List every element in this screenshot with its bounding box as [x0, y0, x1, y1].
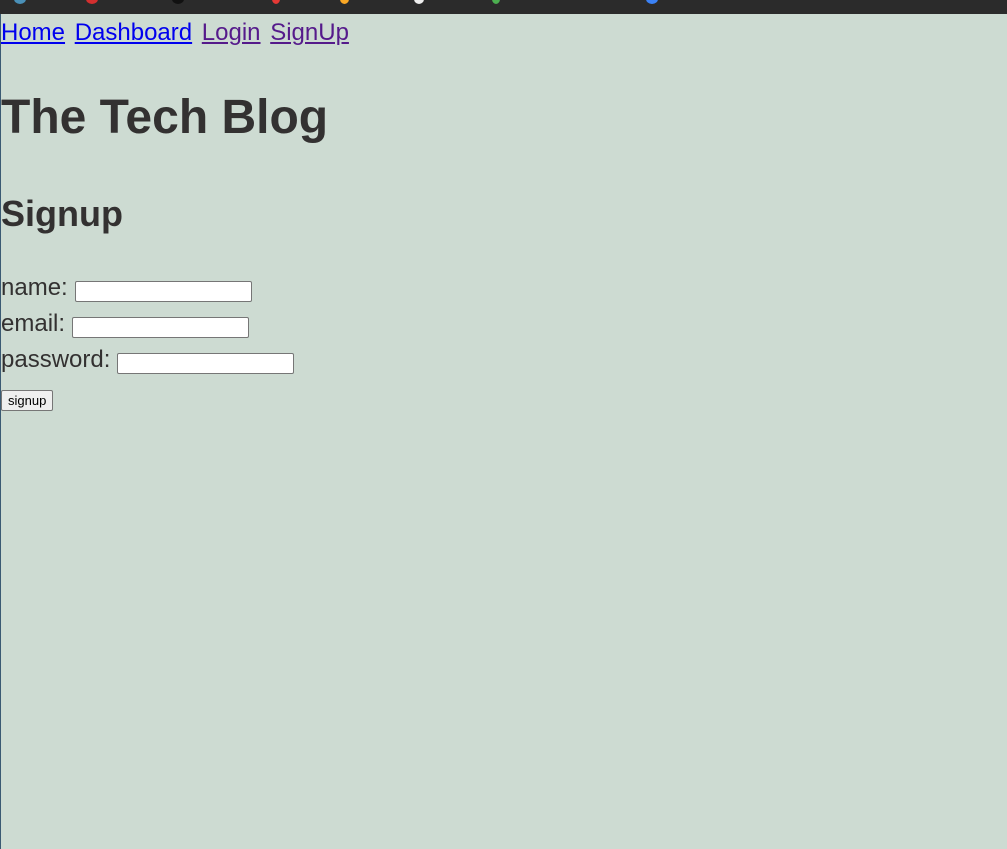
bookmark-icon[interactable]	[492, 0, 500, 4]
bookmark-icon[interactable]	[14, 0, 26, 4]
password-label: password:	[1, 346, 111, 373]
password-row: password:	[1, 346, 295, 374]
section-title: Signup	[1, 193, 123, 234]
nav-link-login[interactable]: Login	[202, 19, 261, 46]
browser-bookmark-bar	[0, 0, 1007, 14]
password-input[interactable]	[117, 353, 295, 374]
bookmark-icon[interactable]	[340, 0, 349, 4]
page-title: The Tech Blog	[1, 91, 329, 144]
bookmark-icon[interactable]	[86, 0, 98, 4]
email-input[interactable]	[72, 317, 250, 338]
nav-link-dashboard[interactable]: Dashboard	[75, 19, 192, 46]
bookmark-icon[interactable]	[172, 0, 184, 4]
bookmark-icon[interactable]	[272, 0, 280, 4]
name-input[interactable]	[74, 281, 252, 302]
email-row: email:	[1, 310, 250, 338]
bookmark-icon[interactable]	[646, 0, 658, 4]
nav-link-home[interactable]: Home	[1, 19, 65, 46]
nav-link-signup[interactable]: SignUp	[270, 19, 349, 46]
signup-button[interactable]: signup	[1, 390, 54, 411]
name-row: name:	[1, 274, 252, 302]
top-navigation: Home Dashboard Login SignUp	[1, 19, 352, 47]
bookmark-icon[interactable]	[414, 0, 424, 4]
name-label: name:	[1, 274, 68, 301]
email-label: email:	[1, 310, 66, 337]
